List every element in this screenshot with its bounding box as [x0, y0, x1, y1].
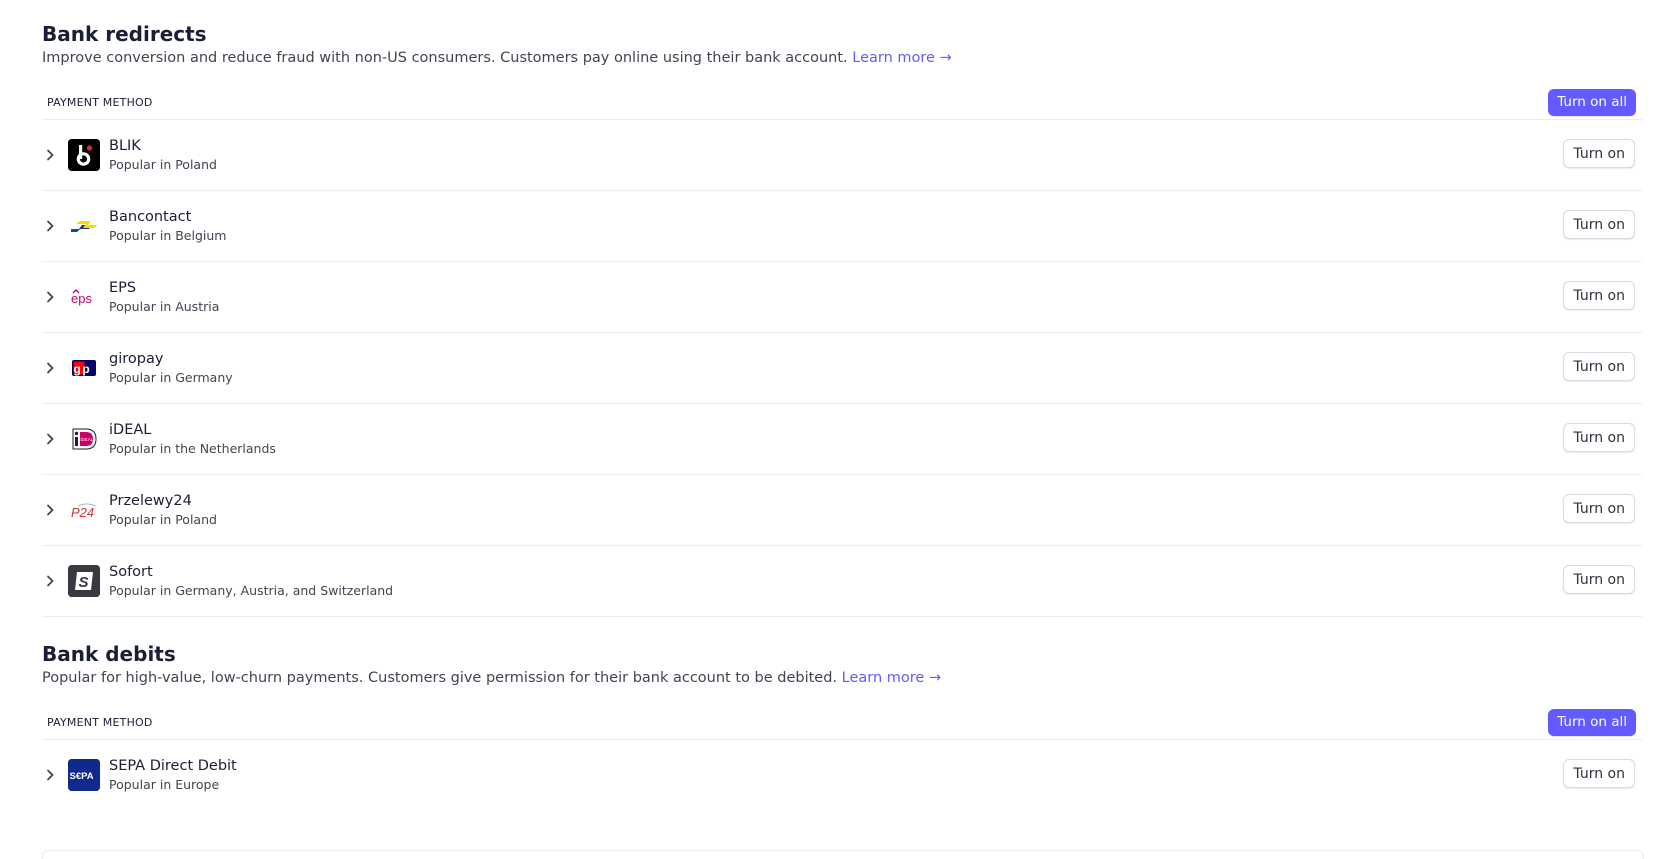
- method-name: giropay: [109, 350, 164, 367]
- method-name: Bancontact: [109, 208, 192, 225]
- eps-logo-icon: eps: [68, 281, 100, 313]
- turn-on-button[interactable]: Turn on: [1563, 352, 1635, 381]
- turn-on-button[interactable]: Turn on: [1563, 139, 1635, 168]
- table-row[interactable]: eps EPS Popular in Austria Turn on: [42, 262, 1642, 333]
- table-row[interactable]: Bancontact Popular in Belgium Turn on: [42, 191, 1642, 262]
- chevron-right-icon[interactable]: [43, 148, 57, 162]
- next-section-edge: [42, 850, 1644, 859]
- chevron-right-icon[interactable]: [43, 503, 57, 517]
- table-row[interactable]: S Sofort Popular in Germany, Austria, an…: [42, 546, 1642, 617]
- bank-redirects-section: Bank redirects Improve conversion and re…: [42, 21, 1642, 617]
- table-row[interactable]: gp giropay Popular in Germany Turn on: [42, 333, 1642, 404]
- chevron-right-icon[interactable]: [43, 361, 57, 375]
- bank-debits-section: Bank debits Popular for high-value, low-…: [42, 641, 1642, 810]
- sofort-logo-icon: S: [68, 565, 100, 597]
- blik-logo-icon: [68, 139, 100, 171]
- description-text: Popular for high-value, low-churn paymen…: [42, 670, 838, 686]
- method-subtitle: Popular in Poland: [109, 156, 217, 172]
- chevron-right-icon[interactable]: [43, 574, 57, 588]
- method-subtitle: Popular in Germany, Austria, and Switzer…: [109, 582, 394, 598]
- sepa-logo-icon: S€PA: [68, 759, 100, 791]
- chevron-right-icon[interactable]: [43, 219, 57, 233]
- turn-on-button[interactable]: Turn on: [1563, 759, 1635, 788]
- przelewy24-logo-icon: P24: [68, 494, 100, 526]
- payment-methods-page: Bank redirects Improve conversion and re…: [0, 0, 1674, 859]
- section-description: Popular for high-value, low-churn paymen…: [42, 668, 1642, 688]
- turn-on-all-button[interactable]: Turn on all: [1548, 88, 1636, 116]
- bancontact-logo-icon: [68, 210, 100, 242]
- giropay-logo-icon: gp: [68, 352, 100, 384]
- giropay-logo-text: gp: [74, 362, 92, 376]
- turn-on-all-button[interactable]: Turn on all: [1548, 708, 1636, 736]
- column-header-payment-method: PAYMENT METHOD: [47, 95, 153, 109]
- method-subtitle: Popular in the Netherlands: [109, 440, 276, 456]
- table-header: PAYMENT METHOD Turn on all: [42, 85, 1642, 120]
- sofort-logo-text: S: [79, 574, 89, 591]
- turn-on-button[interactable]: Turn on: [1563, 281, 1635, 310]
- turn-on-button[interactable]: Turn on: [1563, 423, 1635, 452]
- method-name: Sofort: [109, 563, 153, 580]
- turn-on-button[interactable]: Turn on: [1563, 565, 1635, 594]
- chevron-right-icon[interactable]: [43, 290, 57, 304]
- learn-more-link[interactable]: Learn more →: [842, 670, 941, 686]
- eps-logo-text: eps: [71, 291, 92, 306]
- table-header: PAYMENT METHOD Turn on all: [42, 705, 1642, 740]
- turn-on-button[interactable]: Turn on: [1563, 210, 1635, 239]
- section-title: Bank redirects: [42, 22, 207, 46]
- method-name: BLIK: [109, 137, 141, 154]
- method-name: Przelewy24: [109, 492, 192, 509]
- column-header-payment-method: PAYMENT METHOD: [47, 715, 153, 729]
- sepa-logo-text: S€PA: [70, 771, 94, 782]
- table-row[interactable]: S€PA SEPA Direct Debit Popular in Europe…: [42, 740, 1642, 810]
- ideal-logo-icon: iDEAL: [68, 423, 100, 455]
- method-subtitle: Popular in Poland: [109, 511, 217, 527]
- chevron-right-icon[interactable]: [43, 432, 57, 446]
- method-subtitle: Popular in Europe: [109, 776, 220, 792]
- ideal-logo-text: iDEAL: [81, 437, 94, 442]
- section-title: Bank debits: [42, 642, 176, 666]
- method-name: EPS: [109, 279, 137, 296]
- payment-methods-table: PAYMENT METHOD Turn on all S€PA SEPA Dir…: [42, 705, 1642, 810]
- payment-methods-table: PAYMENT METHOD Turn on all BLIK Popular …: [42, 85, 1642, 617]
- description-text: Improve conversion and reduce fraud with…: [42, 50, 848, 66]
- table-row[interactable]: P24 Przelewy24 Popular in Poland Turn on: [42, 475, 1642, 546]
- method-name: iDEAL: [109, 421, 152, 438]
- method-subtitle: Popular in Germany: [109, 369, 233, 385]
- table-row[interactable]: iDEAL iDEAL Popular in the Netherlands T…: [42, 404, 1642, 475]
- turn-on-button[interactable]: Turn on: [1563, 494, 1635, 523]
- p24-logo-text: P24: [71, 505, 94, 520]
- method-subtitle: Popular in Austria: [109, 298, 220, 314]
- method-name: SEPA Direct Debit: [109, 757, 237, 774]
- table-row[interactable]: BLIK Popular in Poland Turn on: [42, 120, 1642, 191]
- section-description: Improve conversion and reduce fraud with…: [42, 48, 1642, 68]
- learn-more-link[interactable]: Learn more →: [852, 50, 951, 66]
- method-subtitle: Popular in Belgium: [109, 227, 227, 243]
- chevron-right-icon[interactable]: [43, 768, 57, 782]
